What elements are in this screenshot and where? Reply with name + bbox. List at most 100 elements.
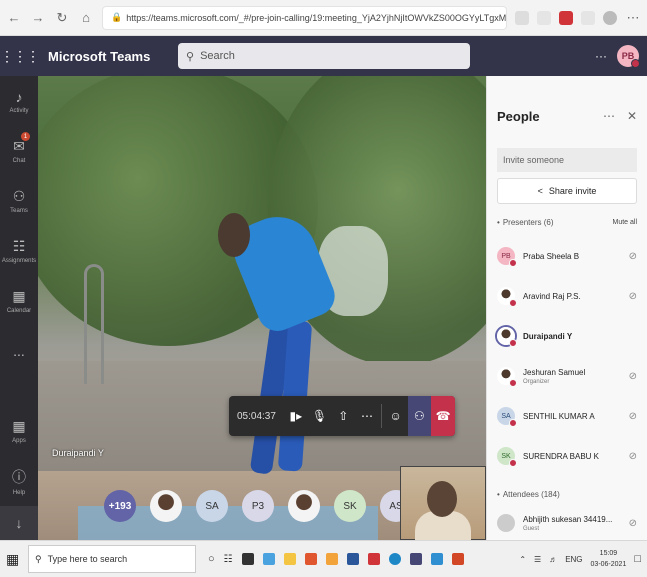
list-item[interactable]: Abhijith sukesan 34419... Guest ⊘: [487, 508, 647, 538]
share-invite-button[interactable]: < Share invite: [497, 178, 637, 204]
attendees-header[interactable]: • Attendees (184): [487, 480, 647, 508]
presenters-header[interactable]: • Presenters (6) Mute all: [487, 208, 647, 236]
volume-icon[interactable]: ♬: [549, 555, 557, 564]
invite-input[interactable]: Invite someone: [497, 148, 637, 172]
hang-up-button[interactable]: ☎: [431, 396, 455, 436]
address-bar[interactable]: 🔒 https://teams.microsoft.com/_#/pre-joi…: [102, 5, 507, 30]
more-options-icon[interactable]: ···: [595, 49, 607, 63]
clock[interactable]: 15:09 03-06-2021: [591, 548, 627, 570]
task-view-icon[interactable]: ☷: [224, 554, 233, 565]
shield-app-icon[interactable]: [325, 553, 338, 565]
network-icon[interactable]: ☰: [534, 555, 541, 564]
media-app-icon[interactable]: [430, 553, 443, 565]
infinity-app-icon[interactable]: [262, 553, 275, 565]
list-item[interactable]: SK SURENDRA BABU K ⊘: [487, 436, 647, 476]
list-item[interactable]: PB Praba Sheela B ⊘: [487, 236, 647, 276]
avatar: SK: [497, 447, 517, 467]
mic-off-icon: ⊘: [628, 290, 637, 302]
list-item[interactable]: Jeshuran Samuel Organizer ⊘: [487, 356, 647, 396]
rail-item-apps[interactable]: ▦ Apps: [0, 406, 38, 456]
mic-off-icon: ⊘: [628, 450, 637, 462]
pdf-app-icon[interactable]: [367, 553, 380, 565]
language-indicator[interactable]: ENG: [565, 555, 582, 564]
search-input[interactable]: ⚲ Search: [178, 43, 470, 69]
teams-app-icon[interactable]: [409, 553, 422, 565]
self-video-preview[interactable]: [400, 466, 486, 540]
rail-item-chat[interactable]: 1 ✉ Chat: [0, 126, 38, 176]
speaker-figure: [218, 213, 250, 257]
participant-name: SENTHIL KUMAR A: [523, 411, 595, 421]
camera-icon[interactable]: ▮▸: [284, 396, 308, 436]
tray-chevron-icon[interactable]: ⌃: [519, 555, 526, 564]
browser-toolbar: ← → ↻ ⌂ 🔒 https://teams.microsoft.com/_#…: [0, 0, 647, 36]
rail-item-help[interactable]: ⓘ Help: [0, 456, 38, 506]
mic-off-icon[interactable]: 🎙: [308, 396, 332, 436]
rail-item-calendar[interactable]: ▦ Calendar: [0, 276, 38, 326]
participant-name: Praba Sheela B: [523, 251, 580, 261]
participant-avatar[interactable]: SA: [196, 490, 228, 522]
share-screen-icon[interactable]: ⇧: [331, 396, 355, 436]
background-pipe: [84, 264, 104, 384]
rail-item-assignments[interactable]: ☷ Assignments: [0, 226, 38, 276]
folder-icon[interactable]: [283, 553, 296, 565]
rail-item-activity[interactable]: ♪ Activity: [0, 76, 38, 126]
app-launcher-icon[interactable]: ⋮⋮⋮: [0, 48, 40, 65]
list-item[interactable]: SA SENTHIL KUMAR A ⊘: [487, 396, 647, 436]
speaker-name-label: Duraipandi Y: [52, 448, 104, 458]
edge-icon[interactable]: [388, 553, 401, 565]
taskbar-search-input[interactable]: ⚲ Type here to search: [28, 545, 196, 573]
back-icon[interactable]: ←: [6, 10, 22, 25]
more-actions-icon[interactable]: ⋯: [355, 396, 379, 436]
participant-gallery: +193 SA P3 SK AS: [104, 490, 412, 522]
rail-item-teams[interactable]: ⚇ Teams: [0, 176, 38, 226]
rail-item-download[interactable]: ↓: [0, 506, 38, 540]
avatar: [497, 327, 517, 347]
favorite-icon[interactable]: [537, 10, 551, 25]
mute-all-button[interactable]: Mute all: [612, 219, 637, 226]
participant-role: Organizer: [523, 378, 550, 385]
teams-icon: ⚇: [12, 188, 26, 204]
share-icon: <: [537, 186, 543, 196]
mic-off-icon: ⊘: [628, 370, 637, 382]
participant-avatar[interactable]: [150, 490, 182, 522]
powerpoint-app-icon[interactable]: [451, 553, 464, 565]
panel-more-icon[interactable]: ⋯: [603, 109, 615, 123]
participant-avatar[interactable]: P3: [242, 490, 274, 522]
forward-icon[interactable]: →: [30, 10, 46, 25]
rail-label: Chat: [12, 158, 26, 164]
store-icon[interactable]: [241, 553, 254, 565]
rail-label: Help: [12, 489, 26, 496]
cortana-icon[interactable]: ○: [208, 553, 215, 565]
collections-icon[interactable]: [581, 10, 595, 25]
list-item[interactable]: Aravind Raj P.S. ⊘: [487, 276, 647, 316]
help-icon: ⓘ: [12, 468, 26, 485]
office-icon[interactable]: [304, 553, 317, 565]
search-icon: ⚲: [35, 553, 42, 564]
refresh-icon[interactable]: ↻: [54, 10, 70, 26]
user-avatar[interactable]: PB: [617, 45, 640, 68]
people-panel: People ⋯ ✕ Invite someone < Share invite…: [486, 76, 647, 540]
profile-icon[interactable]: [603, 10, 617, 25]
chevron-down-icon: •: [497, 217, 500, 227]
participant-avatar[interactable]: SK: [334, 490, 366, 522]
presenters-label: Presenters (6): [502, 217, 554, 227]
microphone-icon[interactable]: [515, 10, 529, 25]
rail-item-more[interactable]: ...: [0, 326, 38, 376]
list-item[interactable]: Duraipandi Y: [487, 316, 647, 356]
video-stage: Duraipandi Y 05:04:37 ▮▸ 🎙 ⇧ ⋯ ☺ ⚇ ☎ +19…: [38, 76, 486, 540]
home-icon[interactable]: ⌂: [78, 10, 94, 25]
close-icon[interactable]: ✕: [627, 109, 637, 123]
extension-icon[interactable]: [559, 10, 573, 25]
overflow-count[interactable]: +193: [104, 490, 136, 522]
notification-icon[interactable]: □: [634, 553, 641, 565]
call-controls: 05:04:37 ▮▸ 🎙 ⇧ ⋯ ☺ ⚇ ☎: [229, 396, 455, 436]
participants-icon[interactable]: ⚇: [407, 396, 432, 436]
windows-start-icon[interactable]: ▦: [6, 551, 28, 568]
chat-toggle-icon[interactable]: ☺: [384, 396, 408, 436]
more-icon: ...: [13, 343, 25, 359]
word-app-icon[interactable]: [346, 553, 359, 565]
participant-avatar[interactable]: [288, 490, 320, 522]
teams-header: ⋮⋮⋮ Microsoft Teams ⚲ Search ··· PB: [0, 36, 647, 76]
participant-role: Guest: [523, 525, 540, 532]
browser-menu-icon[interactable]: ⋯: [625, 10, 641, 26]
